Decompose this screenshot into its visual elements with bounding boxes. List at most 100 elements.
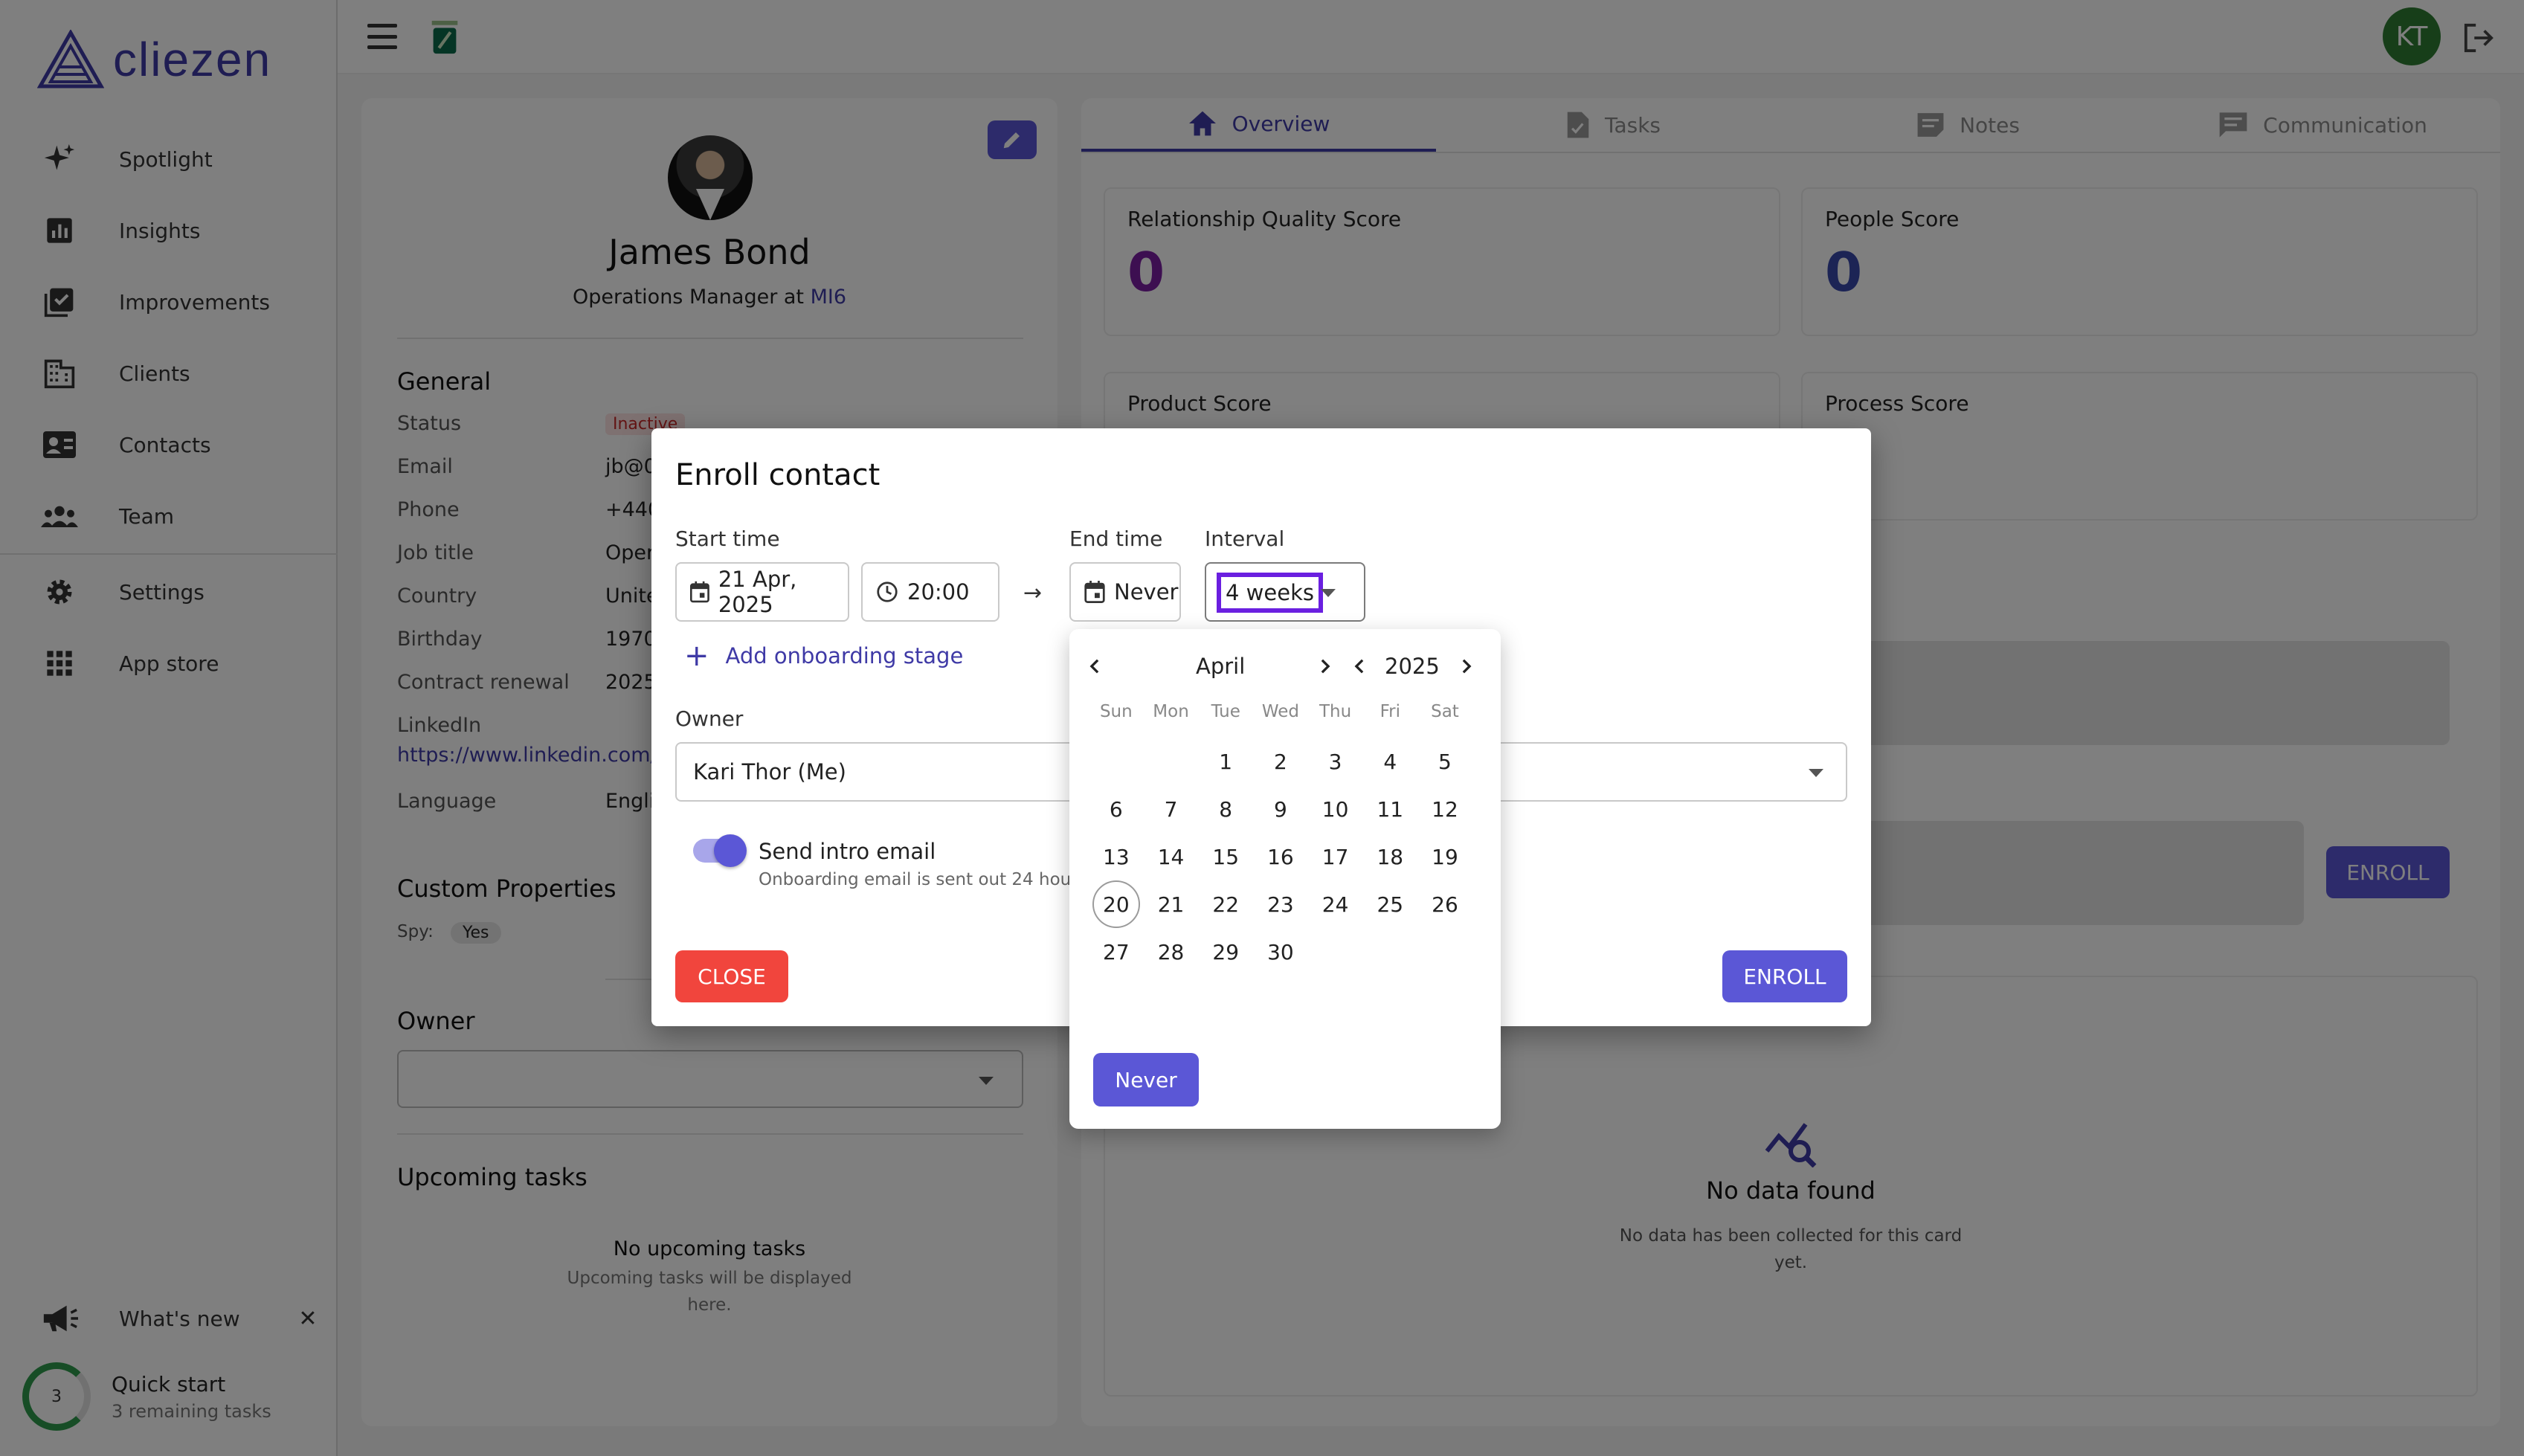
prev-month-chevron-icon[interactable] (1080, 645, 1110, 687)
clock-icon (877, 582, 898, 602)
calendar-day-number: 25 (1377, 892, 1404, 917)
end-time-label: End time (1069, 526, 1163, 551)
calendar-icon (690, 581, 709, 603)
calendar-day-number: 9 (1273, 796, 1287, 822)
plus-icon: + (684, 639, 709, 673)
calendar-day[interactable]: 2 (1253, 738, 1308, 785)
next-month-chevron-icon[interactable] (1310, 645, 1340, 687)
weekday-label: Wed (1261, 702, 1299, 721)
calendar-day[interactable]: 24 (1308, 880, 1363, 928)
calendar-day[interactable]: 18 (1362, 833, 1417, 880)
calendar-day[interactable]: 16 (1253, 833, 1308, 880)
calendar-day[interactable]: 23 (1253, 880, 1308, 928)
weekday-label: Fri (1379, 702, 1400, 721)
calendar-day-number: 27 (1103, 939, 1130, 964)
calendar-day[interactable]: 3 (1308, 738, 1363, 785)
calendar-day[interactable]: 9 (1253, 785, 1308, 833)
calendar-day[interactable]: 10 (1308, 785, 1363, 833)
calendar-day[interactable]: 12 (1417, 785, 1472, 833)
calendar-day[interactable]: 26 (1417, 880, 1472, 928)
weekday-label: Sun (1099, 702, 1133, 721)
start-date-field[interactable]: 21 Apr, 2025 (675, 562, 849, 622)
calendar-day[interactable]: 13 (1089, 833, 1144, 880)
chevron-down-icon (1321, 589, 1336, 597)
calendar-day-number: 8 (1219, 796, 1233, 822)
weekday-label: Tue (1211, 702, 1240, 721)
calendar-day-number: 5 (1438, 749, 1452, 774)
chevron-down-icon (1809, 769, 1823, 777)
calendar-day[interactable]: 21 (1144, 880, 1199, 928)
weekday-label: Mon (1153, 702, 1189, 721)
month-label[interactable]: April (1196, 645, 1245, 687)
owner-label: Owner (675, 706, 744, 731)
calendar-day[interactable]: 30 (1253, 928, 1308, 976)
calendar-day[interactable]: 22 (1198, 880, 1253, 928)
calendar-day[interactable]: 5 (1417, 738, 1472, 785)
date-picker-popover: April 2025 Sun Mon Tue Wed Thu Fri Sat 1… (1069, 629, 1501, 1129)
weekday-label: Thu (1319, 702, 1352, 721)
calendar-day-number: 17 (1321, 844, 1349, 869)
start-time-value: 20:00 (907, 579, 970, 605)
calendar-day-number: 30 (1267, 939, 1294, 964)
calendar-day-number: 1 (1219, 749, 1233, 774)
calendar-day[interactable]: 19 (1417, 833, 1472, 880)
send-intro-email-toggle[interactable] (693, 834, 747, 867)
calendar-day-number: 24 (1321, 892, 1349, 917)
calendar-day-number: 3 (1328, 749, 1342, 774)
calendar-day-grid: 1 2 3 4 5 6 7 8 9 10 11 12 13 14 15 16 17 18 19 20 21 22 23 24 2… (1089, 738, 1472, 976)
calendar-day-number: 23 (1267, 892, 1294, 917)
enroll-button[interactable]: ENROLL (1722, 950, 1847, 1002)
calendar-day-number: 28 (1157, 939, 1185, 964)
calendar-day-today[interactable]: 20 (1089, 880, 1144, 928)
calendar-day-number: 6 (1109, 796, 1123, 822)
calendar-day-number: 11 (1377, 796, 1404, 822)
weekday-header: Sun Mon Tue Wed Thu Fri Sat (1089, 702, 1472, 721)
end-time-field[interactable]: Never (1069, 562, 1181, 622)
calendar-day-number: 2 (1273, 749, 1287, 774)
calendar-day-number: 29 (1212, 939, 1240, 964)
calendar-empty-cell (1089, 738, 1144, 785)
add-onboarding-stage-label: Add onboarding stage (725, 643, 964, 669)
calendar-day-number: 7 (1164, 796, 1178, 822)
interval-select[interactable]: 4 weeks (1205, 562, 1365, 622)
never-button[interactable]: Never (1093, 1053, 1199, 1107)
prev-year-chevron-icon[interactable] (1345, 645, 1374, 687)
calendar-day[interactable]: 29 (1198, 928, 1253, 976)
calendar-day[interactable]: 25 (1362, 880, 1417, 928)
calendar-day[interactable]: 8 (1198, 785, 1253, 833)
calendar-icon (1084, 581, 1105, 603)
calendar-day[interactable]: 1 (1198, 738, 1253, 785)
interval-value: 4 weeks (1217, 573, 1323, 613)
start-time-field[interactable]: 20:00 (861, 562, 999, 622)
add-onboarding-stage-button[interactable]: + Add onboarding stage (684, 641, 963, 671)
calendar-day-number: 20 (1092, 880, 1140, 928)
calendar-day[interactable]: 15 (1198, 833, 1253, 880)
year-label[interactable]: 2025 (1385, 645, 1440, 687)
calendar-day-number: 19 (1432, 844, 1458, 869)
dialog-title: Enroll contact (675, 458, 880, 492)
calendar-day-number: 26 (1432, 892, 1458, 917)
weekday-label: Sat (1431, 702, 1459, 721)
next-year-chevron-icon[interactable] (1452, 645, 1481, 687)
calendar-day[interactable]: 11 (1362, 785, 1417, 833)
calendar-day[interactable]: 27 (1089, 928, 1144, 976)
calendar-day-number: 18 (1377, 844, 1404, 869)
calendar-day[interactable]: 17 (1308, 833, 1363, 880)
calendar-day-number: 15 (1212, 844, 1240, 869)
arrow-right-icon: → (1023, 580, 1043, 606)
calendar-day-number: 13 (1103, 844, 1130, 869)
send-intro-email-label: Send intro email (759, 839, 936, 864)
calendar-day[interactable]: 6 (1089, 785, 1144, 833)
calendar-empty-cell (1144, 738, 1199, 785)
start-date-value: 21 Apr, 2025 (718, 567, 797, 617)
calendar-day[interactable]: 7 (1144, 785, 1199, 833)
calendar-day[interactable]: 4 (1362, 738, 1417, 785)
calendar-day-number: 10 (1321, 796, 1349, 822)
calendar-day[interactable]: 14 (1144, 833, 1199, 880)
send-intro-email-description: Onboarding email is sent out 24 hours (759, 870, 1087, 889)
calendar-day-number: 4 (1383, 749, 1397, 774)
close-button[interactable]: CLOSE (675, 950, 788, 1002)
owner-value: Kari Thor (Me) (693, 759, 846, 785)
calendar-day-number: 14 (1157, 844, 1185, 869)
calendar-day[interactable]: 28 (1144, 928, 1199, 976)
